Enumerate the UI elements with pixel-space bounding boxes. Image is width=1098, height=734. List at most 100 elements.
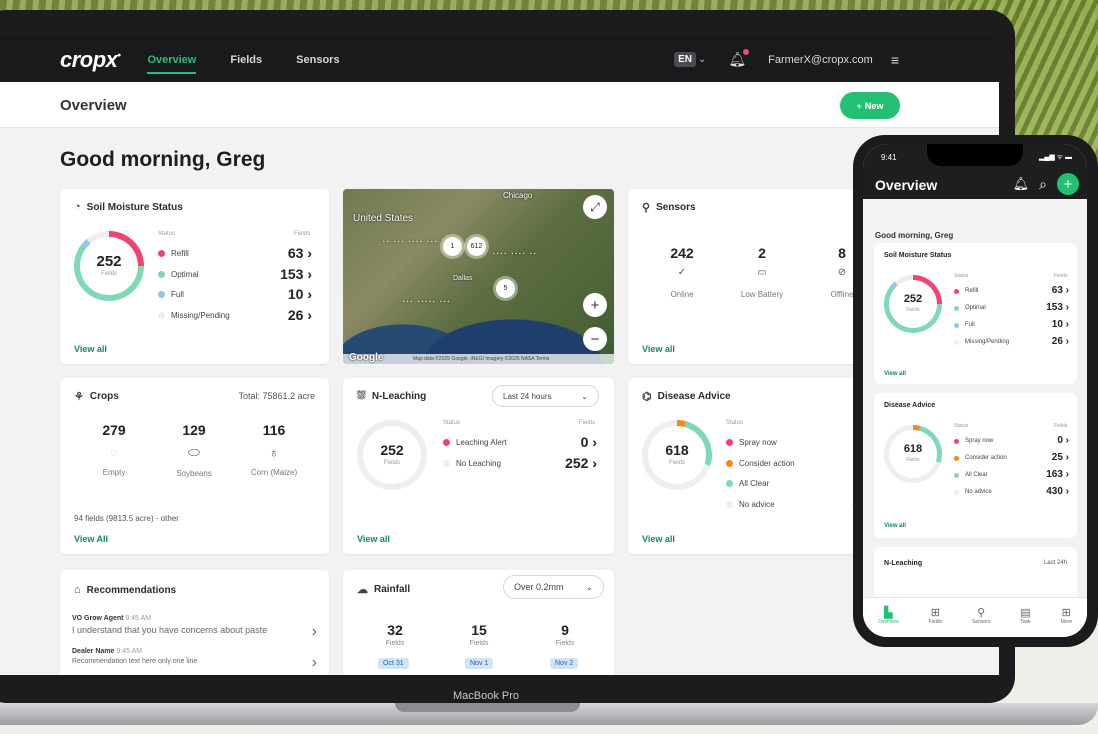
refill-count[interactable]: 63 ›: [260, 245, 312, 261]
crop-soybeans[interactable]: 129 ⬭ Soybeans: [164, 422, 224, 478]
spray-now-count[interactable]: 0 ›: [1024, 435, 1069, 446]
soybean-icon: ⬭: [188, 444, 200, 460]
time-range-select[interactable]: Last 24 hours ⌄: [492, 385, 599, 407]
signal-icon: ▂▄▆ ᯤ ▬: [1038, 154, 1072, 161]
legend-no-advice[interactable]: No advice: [954, 489, 992, 495]
tab-overview[interactable]: ▙ Overview: [878, 606, 899, 625]
rainfall-day[interactable]: 9 Fields: [535, 622, 595, 647]
date-chip: Nov 2: [550, 658, 579, 669]
rainfall-threshold-select[interactable]: Over 0.2mm ⌄: [503, 575, 604, 599]
map-label-country: United States: [353, 213, 414, 224]
map-cluster[interactable]: 1: [443, 237, 462, 256]
plus-icon: +: [856, 100, 862, 111]
fullscreen-icon[interactable]: ⤢: [583, 195, 607, 219]
consider-action-count[interactable]: 25 ›: [1024, 452, 1069, 463]
soil-moisture-card: ◔ Soil Moisture Status 252 Fields Status …: [60, 189, 329, 364]
view-all-link[interactable]: View All: [74, 534, 108, 544]
nav-fields[interactable]: Fields: [230, 54, 262, 66]
map-label-dallas: Dallas: [453, 275, 473, 282]
fields-icon: ⊞: [930, 607, 940, 619]
menu-icon[interactable]: ≡: [891, 52, 899, 68]
optimal-count[interactable]: 153 ›: [1024, 302, 1069, 313]
legend-missing[interactable]: Missing/Pending: [954, 339, 1009, 345]
recommendation-item[interactable]: VO Grow Agent 9:45 AM I understand that …: [72, 615, 317, 640]
nleach-total: 252: [380, 442, 404, 458]
nav-right: EN ⌄ 🔔︎ FarmerX@cropx.com ≡: [674, 37, 899, 82]
zoom-out-button[interactable]: −: [583, 327, 607, 351]
card-title: ⚲ Sensors: [642, 202, 696, 214]
tab-task[interactable]: ▤ Task: [1020, 606, 1030, 625]
legend-consider-action[interactable]: Consider action: [726, 459, 795, 468]
new-button[interactable]: + New: [840, 92, 900, 119]
crop-empty[interactable]: 279 ○ Empty: [84, 422, 144, 477]
sensors-low-battery[interactable]: 2 ▭ Low Battery: [732, 245, 792, 299]
legend-full[interactable]: Full: [158, 290, 184, 299]
tab-sensors[interactable]: ⚲ Sensors: [972, 606, 990, 625]
legend-no-leaching[interactable]: No Leaching: [443, 459, 501, 468]
no-leaching-count[interactable]: 252 ›: [543, 455, 597, 471]
legend-all-clear[interactable]: All Clear: [726, 479, 769, 488]
legend-no-advice[interactable]: No advice: [726, 500, 775, 509]
bell-icon[interactable]: 🔔︎: [728, 49, 750, 68]
no-advice-count[interactable]: 430 ›: [1024, 486, 1069, 497]
fields-map[interactable]: United States Chicago Dallas ▪▪ ▪▪▪ ▪▪▪▪…: [343, 189, 614, 364]
legend-leaching-alert[interactable]: Leaching Alert: [443, 438, 507, 447]
map-label-chicago: Chicago: [503, 191, 533, 200]
legend-spray-now[interactable]: Spray now: [954, 438, 993, 444]
logo[interactable]: cropx•: [60, 47, 121, 73]
leaching-alert-count[interactable]: 0 ›: [543, 434, 597, 450]
map-cluster[interactable]: 612: [467, 237, 486, 256]
legend-optimal[interactable]: Optimal: [954, 305, 986, 311]
view-all-link[interactable]: View all: [357, 534, 390, 544]
nleach-total-label: Fields: [383, 460, 400, 466]
legend-optimal[interactable]: Optimal: [158, 270, 199, 279]
disease-total: 618: [903, 443, 923, 455]
sensors-online[interactable]: 242 ✓ Online: [652, 245, 712, 299]
full-count[interactable]: 10 ›: [260, 286, 312, 302]
status-header: Status: [954, 273, 969, 279]
legend-refill[interactable]: Refill: [954, 288, 978, 294]
zoom-in-button[interactable]: +: [583, 293, 607, 317]
add-button[interactable]: +: [1057, 173, 1079, 195]
tab-fields[interactable]: ⊞ Fields: [929, 606, 942, 625]
all-clear-count[interactable]: 163 ›: [1024, 469, 1069, 480]
view-all-link[interactable]: View all: [884, 523, 906, 529]
missing-count[interactable]: 26 ›: [260, 307, 312, 323]
search-icon[interactable]: ⌕: [1039, 176, 1047, 193]
recommendation-item[interactable]: Dealer Name 9:45 AM Recommendation text …: [72, 648, 317, 671]
view-all-link[interactable]: View all: [884, 371, 906, 377]
nav-overview[interactable]: Overview: [147, 54, 196, 74]
legend-full[interactable]: Full: [954, 322, 975, 328]
view-all-link[interactable]: View all: [74, 344, 107, 354]
n-leaching-card: ⛆ N-Leaching Last 24 hours ⌄ 252 Fields St…: [343, 378, 614, 554]
leaching-icon: ⛆: [357, 390, 366, 402]
full-count[interactable]: 10 ›: [1024, 319, 1069, 330]
sensor-icon: ⚲: [977, 607, 986, 619]
legend-refill[interactable]: Refill: [158, 249, 189, 258]
legend-missing[interactable]: Missing/Pending: [158, 311, 230, 320]
legend-consider-action[interactable]: Consider action: [954, 455, 1007, 461]
map-cluster[interactable]: 5: [496, 279, 515, 298]
crop-corn[interactable]: 116 ♁ Corn (Maize): [244, 422, 304, 477]
view-all-link[interactable]: View all: [642, 534, 675, 544]
rainfall-day[interactable]: 32 Fields: [365, 622, 425, 647]
soil-total-label: Fields: [100, 271, 117, 277]
rainfall-day[interactable]: 15 Fields: [449, 622, 509, 647]
legend-spray-now[interactable]: Spray now: [726, 438, 777, 447]
view-all-link[interactable]: View all: [642, 344, 675, 354]
chevron-down-icon[interactable]: ⌄: [698, 54, 706, 65]
nav-sensors[interactable]: Sensors: [296, 54, 339, 66]
language-selector[interactable]: EN: [674, 52, 696, 67]
refill-count[interactable]: 63 ›: [1024, 285, 1069, 296]
nleach-range[interactable]: Last 24h: [1044, 560, 1067, 566]
map-attribution[interactable]: Map data ©2025 Google, INEGI Imagery ©20…: [343, 354, 614, 364]
top-nav: cropx• Overview Fields Sensors EN ⌄ 🔔︎ F…: [0, 37, 999, 82]
user-email[interactable]: FarmerX@cropx.com: [768, 54, 873, 66]
bell-icon[interactable]: 🔔︎: [1013, 176, 1030, 192]
tab-more[interactable]: ⊞ More: [1061, 606, 1072, 625]
legend-all-clear[interactable]: All Clear: [954, 472, 988, 478]
card-title: ☁ Rainfall: [357, 584, 411, 596]
optimal-count[interactable]: 153 ›: [260, 266, 312, 282]
missing-count[interactable]: 26 ›: [1024, 336, 1069, 347]
disease-advice-card: ⌬ Disease Advice 618 Fields Status Spray …: [628, 378, 878, 554]
